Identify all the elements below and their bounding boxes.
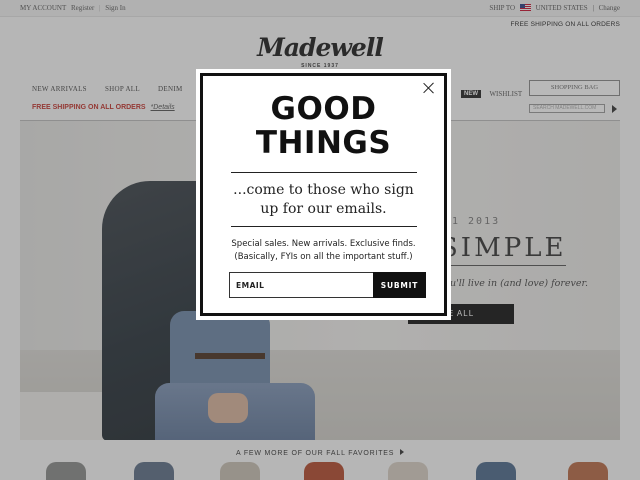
email-field[interactable] <box>229 272 374 298</box>
tagline-line-2: up for our emails. <box>260 201 387 217</box>
modal-frame: GOOD THINGS ...come to those who sign up… <box>200 73 447 316</box>
divider-bottom <box>231 226 417 227</box>
modal-fine-print: Special sales. New arrivals. Exclusive f… <box>203 238 444 264</box>
email-signup-modal: GOOD THINGS ...come to those who sign up… <box>196 69 451 320</box>
signup-form: SUBMIT <box>229 272 426 298</box>
fine-line-2: (Basically, FYIs on all the important st… <box>234 252 413 262</box>
fine-line-1: Special sales. New arrivals. Exclusive f… <box>231 239 416 249</box>
modal-tagline: ...come to those who sign up for our ema… <box>203 181 444 219</box>
headline-line-2: THINGS <box>255 125 392 161</box>
tagline-line-1: ...come to those who sign <box>233 182 414 198</box>
headline-line-1: GOOD <box>270 91 377 127</box>
submit-button[interactable]: SUBMIT <box>373 272 426 298</box>
modal-headline: GOOD THINGS <box>203 92 444 160</box>
divider-top <box>231 172 417 173</box>
